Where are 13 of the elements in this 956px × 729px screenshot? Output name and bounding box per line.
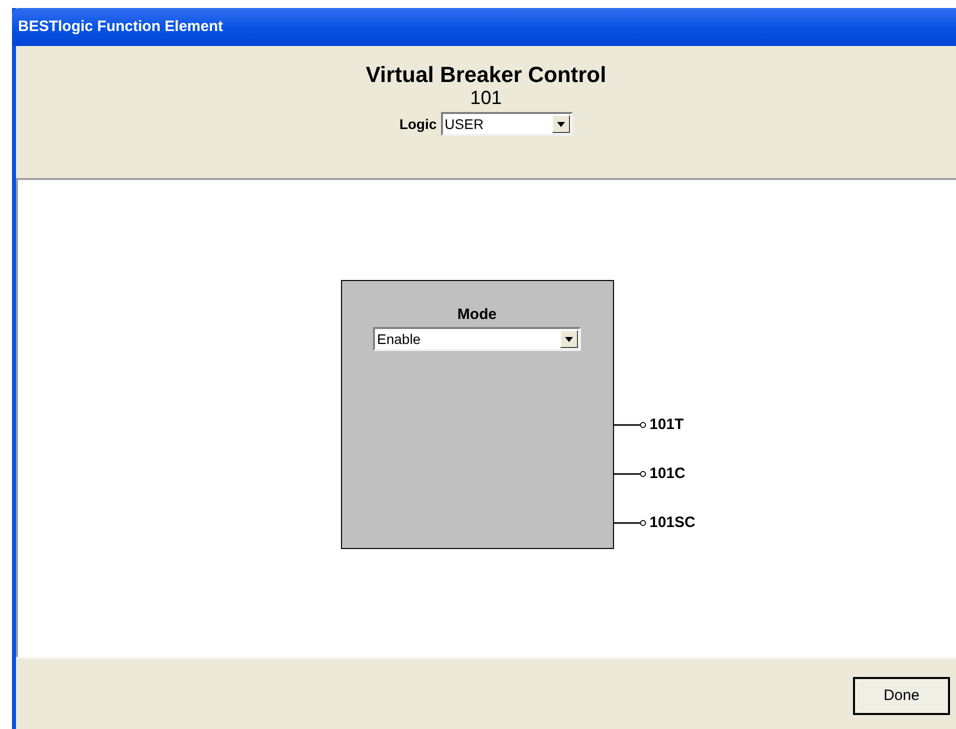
output-label: 101SC [650,512,696,533]
mode-dropdown[interactable]: Enable [373,327,581,351]
output-label: 101T [650,414,684,435]
element-number: 101 [470,88,502,110]
caret-icon [565,336,573,342]
logic-dropdown[interactable]: USER [440,112,573,136]
logic-label: Logic [399,114,437,134]
caret-icon [556,122,565,126]
done-button[interactable]: Done [853,677,950,715]
mode-label: Mode [457,305,497,325]
element-title: Virtual Breaker Control [366,62,606,88]
window-title: BESTlogic Function Element [18,16,224,37]
output-label: 101C [650,464,686,484]
